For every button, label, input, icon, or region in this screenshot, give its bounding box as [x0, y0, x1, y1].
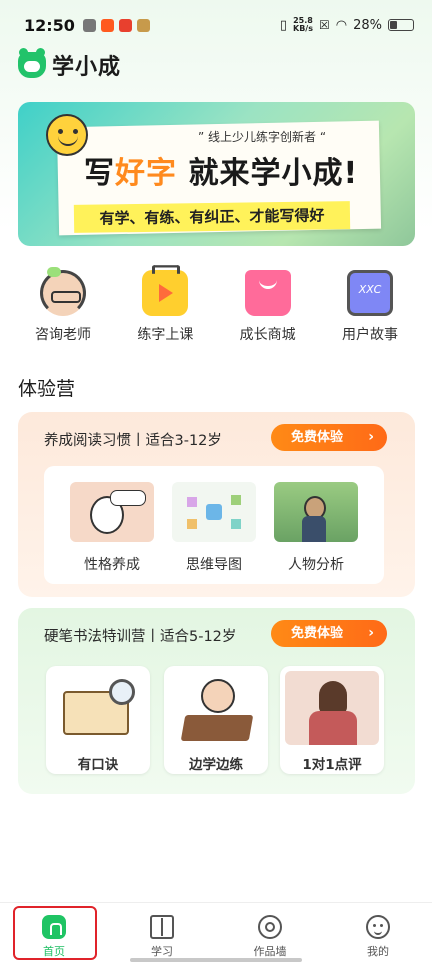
battery-icon	[388, 19, 414, 31]
banner-title: 写好字 就来学小成!	[84, 156, 359, 191]
camp-feature-item[interactable]: 人物分析	[268, 478, 364, 574]
quick-nav-consult-teacher[interactable]: 咨询老师	[18, 267, 108, 344]
nav-label: 首页	[43, 945, 65, 958]
quick-nav: 咨询老师 练字上课 成长商城 XXC 用户故事	[18, 267, 415, 344]
camp-feature-item[interactable]: 思维导图	[166, 478, 262, 574]
camp-feature-item[interactable]: 性格养成	[64, 478, 160, 574]
character-thumbnail	[70, 482, 154, 542]
section-title-trial-camp: 体验营	[18, 378, 76, 400]
battery-percent: 28%	[353, 17, 382, 33]
smiley-icon	[46, 114, 88, 156]
chevron-right-icon: ›	[368, 625, 374, 641]
nav-label: 作品墙	[253, 945, 287, 958]
tutor-thumbnail	[285, 671, 379, 745]
feature-label: 思维导图	[186, 557, 242, 573]
vibrate-icon: ▯	[279, 17, 287, 33]
book-thumbnail	[51, 671, 145, 745]
face-icon	[366, 915, 390, 939]
story-screen-icon: XXC	[346, 270, 393, 316]
wifi-icon: ◠	[335, 17, 348, 33]
feature-label: 1对1点评	[302, 757, 362, 773]
shopping-bag-icon	[244, 270, 291, 316]
camp-features: 有口诀 边学边练 1对1点评	[46, 666, 386, 784]
feature-label: 边学边练	[189, 757, 243, 773]
app-notification-icon	[100, 18, 114, 32]
sim-icon: ☒	[318, 18, 330, 32]
calligraphy-camp-card[interactable]: 硬笔书法特训营丨适合5-12岁 免费体验 › 有口诀 边学边练 1对1点评	[18, 608, 415, 794]
camp-feature-item[interactable]: 边学边练	[164, 666, 268, 774]
figure-thumbnail	[274, 482, 358, 542]
book-icon	[150, 915, 174, 939]
quick-nav-label: 用户故事	[341, 327, 398, 343]
app-notification-icon	[118, 18, 132, 32]
camp-feature-item[interactable]: 1对1点评	[280, 666, 384, 774]
quick-nav-label: 成长商城	[239, 327, 296, 343]
teacher-avatar-icon	[40, 267, 86, 316]
quick-nav-user-stories[interactable]: XXC 用户故事	[325, 270, 415, 344]
nav-home[interactable]: 首页	[0, 903, 108, 964]
nav-label: 我的	[367, 945, 389, 958]
quick-nav-label: 咨询老师	[35, 327, 91, 343]
home-icon	[42, 915, 66, 939]
bear-logo-icon	[18, 48, 46, 78]
writing-thumbnail	[169, 671, 263, 745]
bottom-nav: 首页 学习 作品墙 我的	[0, 902, 432, 964]
quick-nav-label: 练字上课	[137, 327, 194, 343]
nav-works[interactable]: 作品墙	[216, 903, 324, 964]
app-notification-icon	[136, 18, 150, 32]
mindmap-thumbnail	[172, 482, 256, 542]
app-name: 学小成	[52, 55, 122, 80]
camp-feature-item[interactable]: 有口诀	[46, 666, 150, 774]
chevron-right-icon: ›	[368, 429, 374, 445]
reading-habit-camp-card[interactable]: 养成阅读习惯丨适合3-12岁 免费体验 › 性格养成 思维导图 人物分析	[18, 412, 415, 597]
free-trial-button[interactable]: 免费体验 ›	[271, 424, 387, 451]
network-speed: 25.8 KB/s	[293, 16, 313, 33]
nav-mine[interactable]: 我的	[324, 903, 432, 964]
status-time: 12:50	[24, 15, 75, 35]
free-trial-button[interactable]: 免费体验 ›	[271, 620, 387, 647]
camp-features: 性格养成 思维导图 人物分析	[44, 466, 384, 584]
camp-title: 硬笔书法特训营丨适合5-12岁	[44, 629, 237, 645]
notification-icon	[82, 18, 96, 32]
quick-nav-growth-mall[interactable]: 成长商城	[223, 270, 313, 344]
banner-quote: ” 线上少儿练字创新者 “	[198, 130, 327, 144]
app-logo: 学小成	[18, 48, 122, 80]
feature-label: 有口诀	[77, 757, 119, 773]
nav-learn[interactable]: 学习	[108, 903, 216, 964]
quick-nav-practice-class[interactable]: 练字上课	[120, 270, 210, 344]
status-bar: 12:50 ▯ 25.8 KB/s ☒ ◠ 28%	[0, 0, 432, 50]
feature-label: 性格养成	[84, 557, 140, 573]
home-indicator[interactable]	[130, 958, 302, 962]
banner-slogan: 有学、有练、有纠正、才能写得好	[73, 201, 351, 233]
circle-icon	[258, 915, 282, 939]
camp-title: 养成阅读习惯丨适合3-12岁	[44, 433, 222, 449]
feature-label: 人物分析	[288, 557, 344, 573]
video-class-icon	[142, 270, 189, 316]
nav-label: 学习	[151, 945, 173, 958]
